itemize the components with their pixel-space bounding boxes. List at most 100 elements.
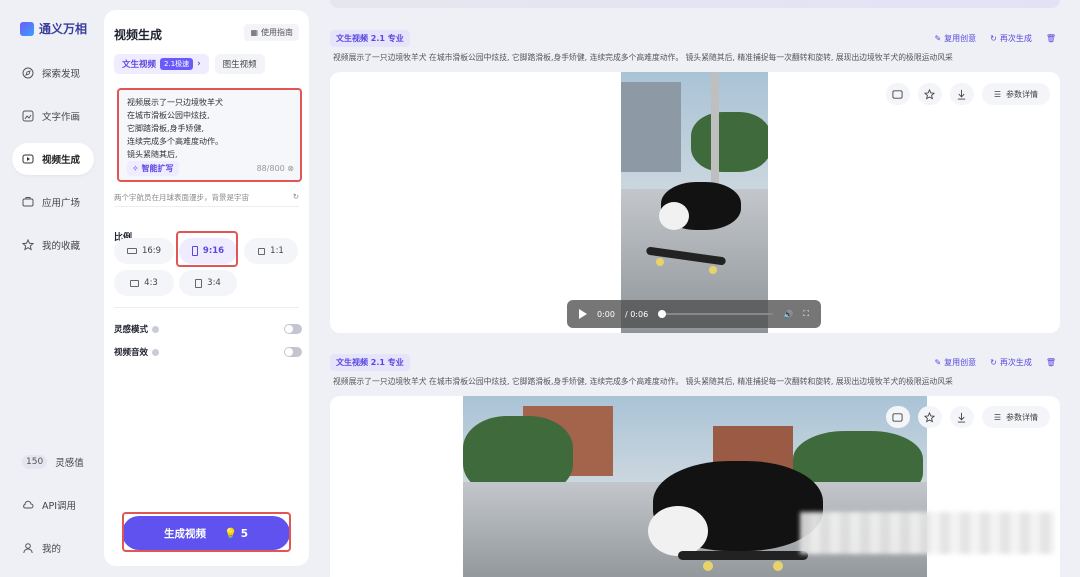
volume-icon[interactable]: 🔊 xyxy=(783,310,793,319)
card-actions: ✎ 复用创意 ↻ 再次生成 🗑 xyxy=(934,357,1060,368)
reuse-button[interactable]: ✎ 复用创意 xyxy=(934,33,976,44)
duration: / 0:06 xyxy=(624,309,649,319)
nav-label: 应用广场 xyxy=(42,198,81,209)
dog-chest xyxy=(648,506,708,556)
regenerate-button[interactable]: ↻ 再次生成 xyxy=(990,357,1032,368)
hd-icon[interactable] xyxy=(885,406,910,428)
nav-item-profile[interactable]: 我的 xyxy=(12,532,94,564)
ratio-16-9[interactable]: 16:9 xyxy=(114,238,174,264)
nav-label: 视频生成 xyxy=(42,155,81,166)
ratio-text: 1:1 xyxy=(270,246,284,256)
clear-icon[interactable]: ⊗ xyxy=(287,164,294,173)
tab-image-to-video[interactable]: 图生视频 xyxy=(214,54,265,74)
option-label: 灵感模式 xyxy=(114,325,149,335)
nav-label: 探索发现 xyxy=(42,69,81,80)
help-icon[interactable] xyxy=(152,326,160,333)
reuse-label: 复用创意 xyxy=(944,357,977,367)
scene-trees xyxy=(691,112,768,172)
tab-label: 文生视频 xyxy=(122,60,157,70)
redo-icon: ↻ xyxy=(990,357,997,367)
nav-item-explore[interactable]: 探索发现 xyxy=(12,57,94,89)
video-tools: ☰ 参数详情 xyxy=(885,406,1050,428)
ratio-highlight-frame xyxy=(176,231,238,267)
ratio-3-4[interactable]: 3:4 xyxy=(179,270,237,296)
nav-item-credits[interactable]: 150 灵感值 xyxy=(12,446,94,478)
star-icon[interactable] xyxy=(917,83,942,105)
option-video-sound: 视频音效 xyxy=(114,346,302,358)
cloud-icon xyxy=(22,499,34,511)
reuse-button[interactable]: ✎ 复用创意 xyxy=(934,357,976,368)
suggestion-text: 两个宇航员在月球表面漫步，背景是宇宙 xyxy=(114,193,249,202)
chevron-right-icon: › xyxy=(197,59,201,69)
portrait-icon xyxy=(195,278,203,288)
wheel xyxy=(703,561,713,571)
download-icon[interactable] xyxy=(949,83,974,105)
regenerate-button[interactable]: ↻ 再次生成 xyxy=(990,33,1032,44)
prompt-suggestion[interactable]: 两个宇航员在月球表面漫步，背景是宇宙 ↻ xyxy=(114,192,299,203)
nav-label: 我的收藏 xyxy=(42,241,81,252)
logo-icon xyxy=(20,21,34,36)
apps-icon xyxy=(22,196,34,208)
download-icon[interactable] xyxy=(949,406,974,428)
menu-icon: ☰ xyxy=(993,89,1001,99)
smart-expand-button[interactable]: ✧ 智能扩写 xyxy=(127,161,179,176)
tab-text-to-video[interactable]: 文生视频 2.1极速 › xyxy=(114,54,209,74)
nav-item-api[interactable]: API调用 xyxy=(12,489,94,521)
prompt-footer: ✧ 智能扩写 88/800 ⊗ xyxy=(127,161,294,176)
fullscreen-icon[interactable]: ⛶ xyxy=(803,309,809,319)
star-icon[interactable] xyxy=(917,406,942,428)
ratio-1-1[interactable]: 1:1 xyxy=(244,238,298,264)
progress-handle[interactable] xyxy=(658,310,667,318)
nav-item-apps[interactable]: 应用广场 xyxy=(12,186,94,218)
video-container: ☰ 参数详情 xyxy=(330,72,1060,333)
version-badge: 2.1极速 xyxy=(160,58,194,70)
logo[interactable]: 通义万相 xyxy=(20,20,87,37)
delete-icon[interactable]: 🗑 xyxy=(1046,34,1056,43)
logo-text: 通义万相 xyxy=(39,22,88,36)
hd-icon[interactable] xyxy=(885,83,910,105)
inspiration-toggle[interactable] xyxy=(284,324,302,334)
nav-item-video[interactable]: 视频生成 xyxy=(12,143,94,175)
sound-toggle[interactable] xyxy=(284,347,302,357)
video-player-controls: 0:00 / 0:06 🔊 ⛶ xyxy=(567,300,821,328)
prompt-textarea[interactable]: 视频展示了一只边境牧羊犬 在城市滑板公园中炫技, 它脚踏滑板,身手矫健, 连续完… xyxy=(117,88,302,182)
panel-title: 视频生成 xyxy=(114,28,163,42)
edit-icon: ✎ xyxy=(934,33,942,43)
param-details-button[interactable]: ☰ 参数详情 xyxy=(981,83,1050,105)
expand-label: 智能扩写 xyxy=(141,164,174,173)
compass-icon xyxy=(22,67,34,79)
regenerate-label: 再次生成 xyxy=(999,357,1032,367)
ratio-text: 3:4 xyxy=(207,278,221,288)
progress-bar[interactable] xyxy=(658,310,774,318)
video-tools: ☰ 参数详情 xyxy=(885,83,1050,105)
credits-value: 150 xyxy=(22,455,48,469)
divider xyxy=(114,307,299,308)
nav-item-text-to-image[interactable]: 文字作画 xyxy=(12,100,94,132)
delete-icon[interactable]: 🗑 xyxy=(1046,358,1056,367)
landscape-icon xyxy=(126,248,137,254)
user-icon xyxy=(22,542,34,554)
ratio-4-3[interactable]: 4:3 xyxy=(114,270,174,296)
ratio-text: 16:9 xyxy=(141,246,162,256)
char-count-max: /800 xyxy=(266,164,285,173)
param-details-button[interactable]: ☰ 参数详情 xyxy=(981,406,1050,428)
card-description: 视频展示了一只边境牧羊犬 在城市滑板公园中炫技, 它脚踏滑板,身手矫健, 连续完… xyxy=(333,53,953,62)
image-edit-icon xyxy=(22,110,34,122)
result-card: 文生视频 2.1 专业 ✎ 复用创意 ↻ 再次生成 🗑 视频展示了一只边境牧羊犬 在… xyxy=(330,29,1060,334)
prompt-text[interactable]: 视频展示了一只边境牧羊犬 在城市滑板公园中炫技, 它脚踏滑板,身手矫健, 连续完… xyxy=(127,96,292,161)
refresh-icon[interactable]: ↻ xyxy=(293,192,299,203)
option-inspiration-mode: 灵感模式 xyxy=(114,323,302,335)
video-frame[interactable] xyxy=(621,72,768,333)
landscape-icon xyxy=(130,279,140,287)
tab-label: 图生视频 xyxy=(222,60,257,70)
reuse-label: 复用创意 xyxy=(944,33,977,43)
play-icon[interactable] xyxy=(579,309,587,319)
model-tag: 文生视频 2.1 专业 xyxy=(330,353,410,371)
dog-chest xyxy=(659,202,689,230)
guide-button[interactable]: ▦ 使用指南 xyxy=(244,24,299,41)
grid-icon: ▦ xyxy=(250,28,258,37)
regenerate-label: 再次生成 xyxy=(999,33,1032,43)
nav-label: API调用 xyxy=(42,501,77,512)
help-icon[interactable] xyxy=(152,349,160,356)
nav-item-favorites[interactable]: 我的收藏 xyxy=(12,229,94,261)
